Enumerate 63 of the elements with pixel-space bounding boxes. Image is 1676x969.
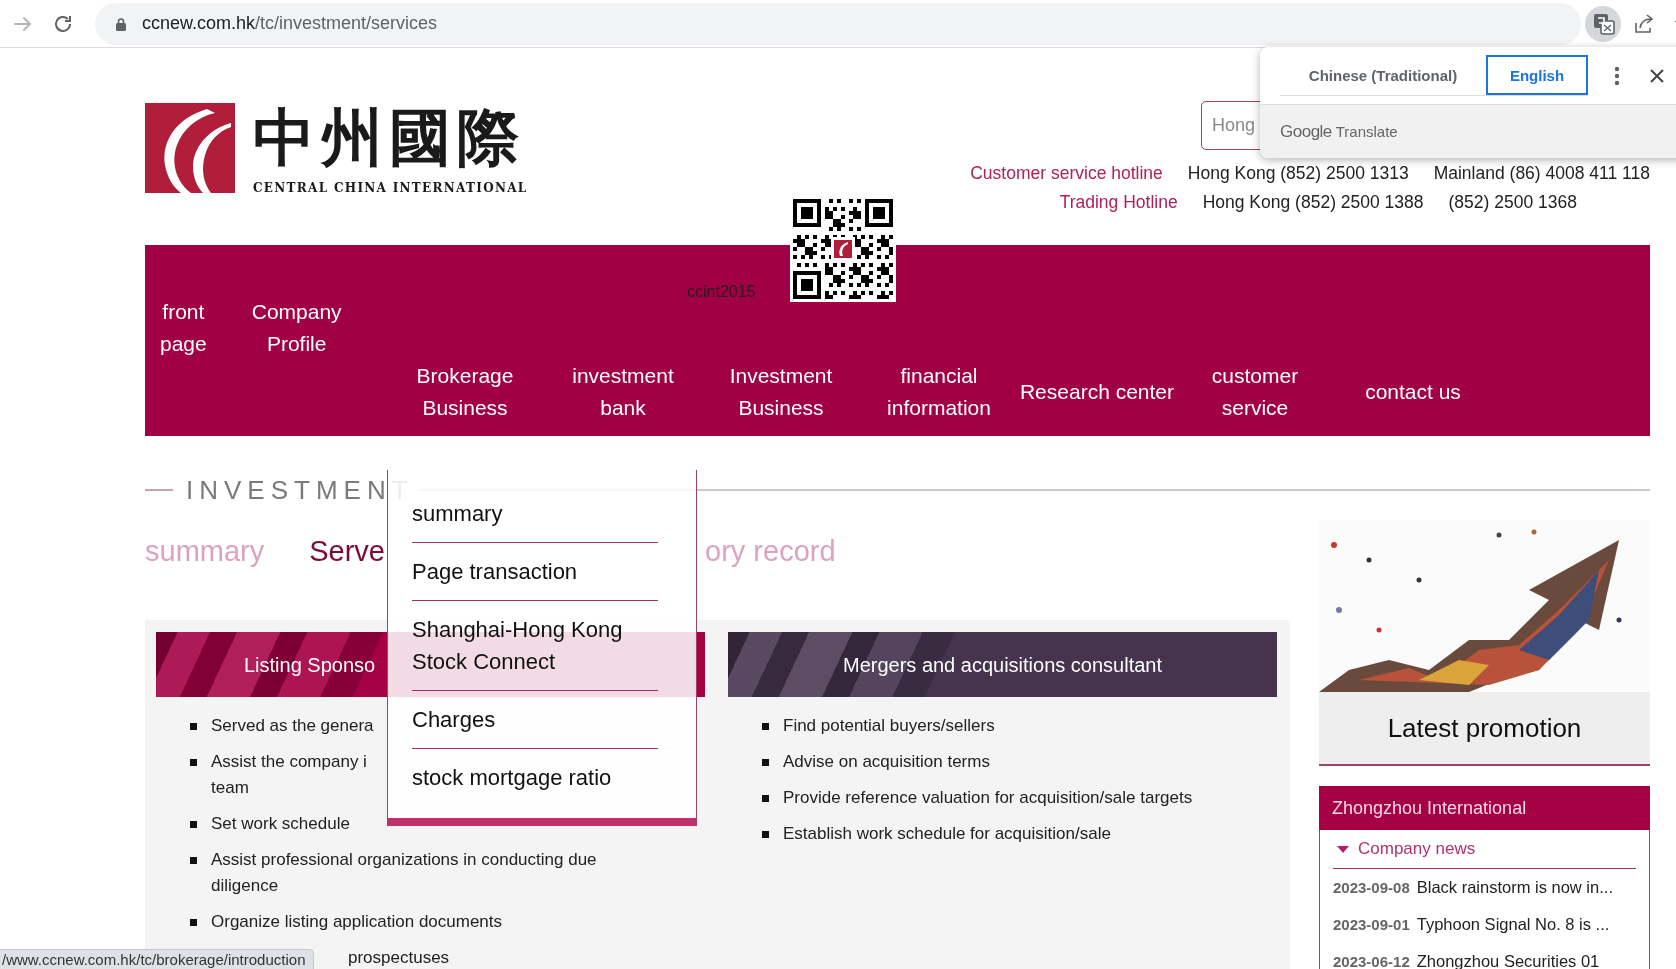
nav-link[interactable]: Company Profile [251,296,342,360]
menu-item[interactable]: summary [412,485,658,543]
phone-number: Mainland (86) 4008 411 118 [1433,162,1650,185]
menu-item[interactable]: Shanghai-Hong Kong Stock Connect [412,601,658,691]
list-item-text: Assist the company i team [211,752,367,797]
bullet-icon [762,831,769,838]
list-item-text: Organize listing application documents [211,912,503,931]
bullet-icon [762,795,769,802]
hotline-label: Customer service hotline [970,162,1163,185]
logo-chinese-text: 中州國際 [253,103,526,173]
news-date: 2023-09-08 [1333,878,1410,898]
url-text: ccnew.com.hk/tc/investment/services [142,13,438,34]
close-icon[interactable] [1649,67,1665,84]
nav-link[interactable]: customer service [1176,360,1334,424]
nav-link[interactable]: front page [160,296,207,360]
brand-text: Google Translate [1280,121,1398,142]
nav-link[interactable]: contact us [1334,360,1492,424]
news-link[interactable]: Typhoon Signal No. 8 is ... [1416,906,1610,942]
phone-number: Hong Kong (852) 2500 1313 [1187,162,1409,185]
card-title: Mergers and acquisitions consultant [842,652,1163,678]
lock-icon [115,16,127,31]
list-item-text: Served as the genera [211,716,374,735]
list-item-text: prospectuses [348,948,450,967]
list-item-text: Assist professional organizations in conducting due diligence [211,850,597,895]
caret-icon[interactable] [1336,844,1350,854]
address-bar[interactable]: ccnew.com.hk/tc/investment/services [95,2,1581,45]
promotion-banner[interactable]: Latest promotion [1319,692,1650,766]
bullet-icon [190,821,197,828]
card-title: Listing Sponso [244,652,376,678]
list-item-text: Set work schedule [211,814,350,833]
language-tab[interactable]: English [1486,55,1588,95]
hotline-label: Trading Hotline [1059,191,1178,214]
nav-link[interactable]: Brokerage Business [386,360,544,424]
bullet-icon [190,723,197,730]
translate-icon[interactable] [1583,5,1623,42]
bullet-icon [762,723,769,730]
language-tab[interactable]: Chinese (Traditional) [1280,55,1486,95]
list-item-text: Advise on acquisition terms [783,752,990,771]
list-item-text: Find potential buyers/sellers [783,716,995,735]
list-item-text: Provide reference valuation for acquisition/sale targets [783,788,1193,807]
bullet-icon [190,759,197,766]
status-url: /www.ccnew.com.hk/tc/brokerage/introduction [0,949,315,969]
section-tab[interactable]: Serve [309,531,385,571]
news-date: 2023-06-12 [1333,952,1410,969]
menu-item[interactable]: Charges [412,691,658,749]
logo-english-text: CENTRAL CHINA INTERNATIONAL [253,181,528,195]
news-link[interactable]: Black rainstorm is now in... [1416,869,1613,905]
news-date: 2023-09-01 [1333,915,1410,935]
nav-link[interactable]: financial information [860,360,1018,424]
bullet-icon [190,857,197,864]
bullet-icon [190,919,197,926]
menu-item[interactable]: Page transaction [412,543,658,601]
nav-link[interactable]: investment bank [544,360,702,424]
phone-number: Hong Kong (852) 2500 1388 [1202,191,1424,214]
news-panel-title: Zhongzhou International [1319,786,1650,830]
nav-link[interactable]: Investment Business [702,360,860,424]
wechat-id: ccint2015 [687,283,756,301]
nav-link[interactable]: Research center [1018,360,1176,424]
menu-item[interactable]: stock mortgage ratio [412,749,658,806]
category-label[interactable]: Company news [1358,839,1476,859]
list-item-text: Establish work schedule for acquisition/sale [783,824,1111,843]
phone-number: (852) 2500 1368 [1448,191,1577,214]
bullet-icon [762,759,769,766]
